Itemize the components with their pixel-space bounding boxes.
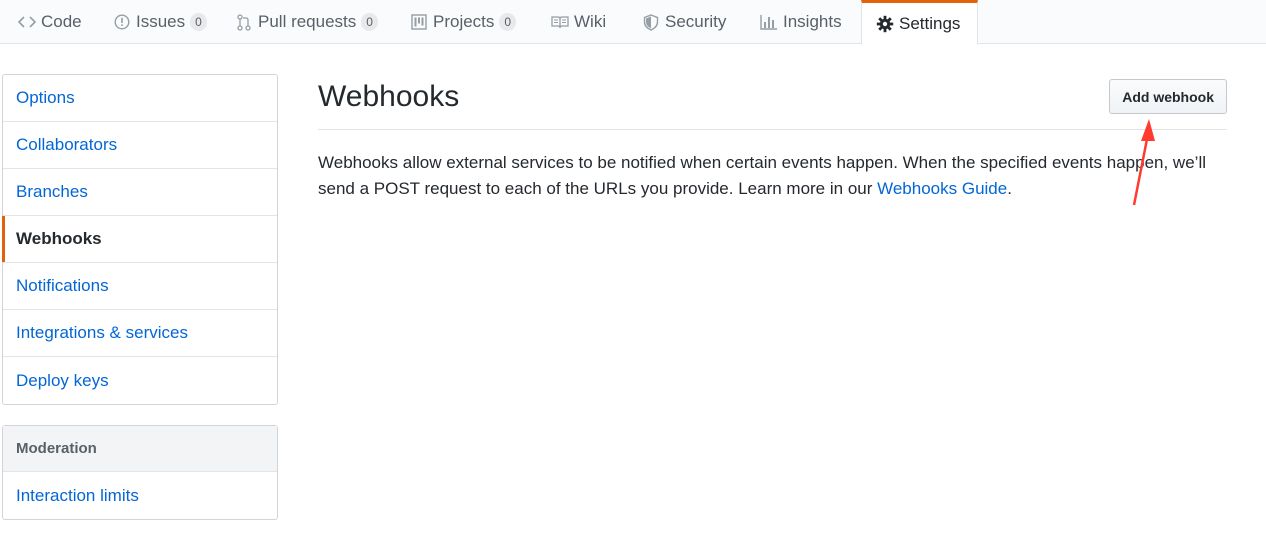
sidebar-item-branches[interactable]: Branches (3, 169, 277, 216)
annotation-arrow-icon (1132, 119, 1155, 206)
webhooks-subhead: Webhooks Add webhook (318, 74, 1227, 130)
sidebar-item-notifications[interactable]: Notifications (3, 263, 277, 310)
settings-menu: Options Collaborators Branches Webhooks … (2, 74, 278, 405)
description-text: Webhooks allow external services to be n… (318, 153, 1206, 198)
code-icon (18, 13, 36, 31)
gear-icon (876, 15, 894, 33)
description-end: . (1007, 179, 1012, 198)
repo-nav: Code Issues 0 Pull requests 0 Projects 0… (0, 0, 1266, 45)
tab-label: Security (665, 12, 727, 31)
tab-label: Code (41, 12, 82, 31)
pull-requests-counter: 0 (361, 13, 378, 31)
git-pull-request-icon (235, 13, 253, 31)
tab-label: Wiki (574, 12, 607, 31)
sidebar-item-integrations-services[interactable]: Integrations & services (3, 310, 277, 357)
sidebar-item-interaction-limits[interactable]: Interaction limits (3, 472, 277, 519)
sidebar-item-options[interactable]: Options (3, 75, 277, 122)
tab-label: Issues (136, 12, 186, 31)
webhooks-guide-link[interactable]: Webhooks Guide (877, 179, 1007, 198)
issue-opened-icon (113, 13, 131, 31)
webhooks-description: Webhooks allow external services to be n… (318, 150, 1233, 202)
projects-counter: 0 (499, 13, 517, 31)
sidebar-item-webhooks[interactable]: Webhooks (2, 216, 277, 263)
book-icon (551, 13, 569, 31)
tab-label: Pull requests (258, 12, 357, 31)
tab-pull-requests[interactable]: Pull requests 0 (235, 0, 378, 44)
tab-security[interactable]: Security (642, 0, 726, 44)
tab-wiki[interactable]: Wiki (551, 0, 606, 44)
sidebar-item-deploy-keys[interactable]: Deploy keys (3, 357, 277, 404)
tab-insights[interactable]: Insights (760, 0, 842, 44)
tab-label: Settings (899, 13, 961, 33)
tab-label: Insights (783, 12, 842, 31)
tab-projects[interactable]: Projects 0 (410, 0, 517, 44)
moderation-menu: Moderation Interaction limits (2, 425, 278, 520)
tab-code[interactable]: Code (18, 0, 82, 44)
page-title: Webhooks (318, 80, 460, 113)
issues-counter: 0 (190, 13, 207, 31)
add-webhook-button[interactable]: Add webhook (1109, 79, 1227, 114)
tab-issues[interactable]: Issues 0 (113, 0, 207, 44)
project-icon (410, 13, 428, 31)
graph-icon (760, 13, 778, 31)
tab-label: Projects (433, 12, 495, 31)
moderation-heading: Moderation (3, 426, 277, 472)
sidebar-item-collaborators[interactable]: Collaborators (3, 122, 277, 169)
shield-icon (642, 13, 660, 31)
tab-settings[interactable]: Settings (861, 0, 978, 45)
